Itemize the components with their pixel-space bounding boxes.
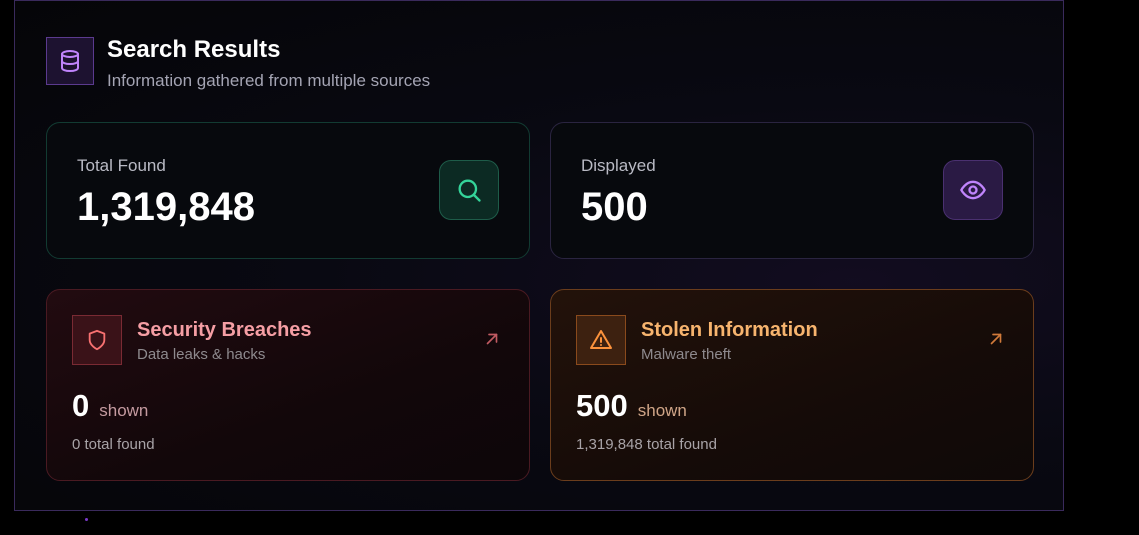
breaches-shown-label: shown <box>99 401 149 420</box>
breaches-title: Security Breaches <box>137 319 312 341</box>
total-found-value: 1,319,848 <box>77 185 255 229</box>
eye-icon <box>943 160 1003 220</box>
displayed-card: Displayed 500 <box>550 122 1034 259</box>
breaches-count-value: 0 <box>72 388 90 423</box>
security-breaches-card[interactable]: Security Breaches Data leaks & hacks 0 s… <box>46 289 530 481</box>
results-header: Search Results Information gathered from… <box>46 37 430 91</box>
total-found-card: Total Found 1,319,848 <box>46 122 530 259</box>
stolen-subtitle: Malware theft <box>641 346 732 363</box>
stolen-count-value: 500 <box>576 388 628 423</box>
stolen-count: 500 shown <box>576 388 687 424</box>
breaches-total: 0 total found <box>72 436 155 453</box>
warning-icon <box>576 315 626 365</box>
displayed-label: Displayed <box>581 156 656 175</box>
page-subtitle: Information gathered from multiple sourc… <box>107 71 431 90</box>
stolen-information-card[interactable]: Stolen Information Malware theft 500 sho… <box>550 289 1034 481</box>
arrow-up-right-icon[interactable] <box>987 330 1005 348</box>
decorative-dot <box>85 518 88 521</box>
arrow-up-right-icon[interactable] <box>483 330 501 348</box>
page-title: Search Results <box>107 36 281 63</box>
stolen-shown-label: shown <box>637 401 687 420</box>
stolen-total: 1,319,848 total found <box>576 436 717 453</box>
search-icon <box>439 160 499 220</box>
total-found-label: Total Found <box>77 156 166 175</box>
shield-icon <box>72 315 122 365</box>
database-icon <box>46 37 94 85</box>
displayed-value: 500 <box>581 185 648 229</box>
stolen-title: Stolen Information <box>641 319 818 341</box>
search-results-panel: Search Results Information gathered from… <box>14 0 1064 511</box>
breaches-count: 0 shown <box>72 388 148 424</box>
breaches-subtitle: Data leaks & hacks <box>137 346 266 363</box>
